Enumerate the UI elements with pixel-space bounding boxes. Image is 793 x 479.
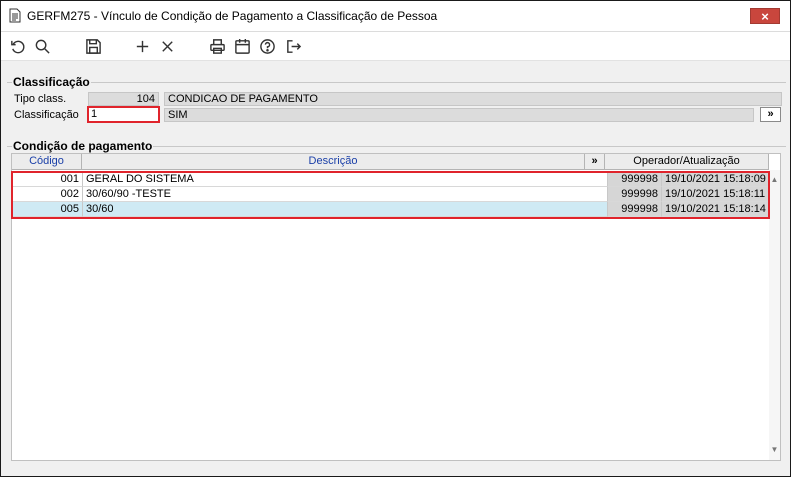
main-window: GERFM275 - Vínculo de Condição de Pagame… bbox=[0, 0, 791, 477]
classificacao-lookup-button[interactable]: » bbox=[760, 107, 781, 122]
col-header-operador[interactable]: Operador/Atualização bbox=[605, 154, 769, 170]
add-icon[interactable] bbox=[132, 36, 152, 56]
col-expand-button[interactable]: » bbox=[585, 154, 605, 170]
classificacao-group-line bbox=[7, 82, 786, 83]
table-row-selected[interactable]: 005 30/60 999998 19/10/2021 15:18:14 bbox=[13, 202, 769, 217]
help-icon[interactable] bbox=[257, 36, 277, 56]
classificacao-input[interactable]: 1 bbox=[87, 106, 160, 123]
tipo-class-label: Tipo class. bbox=[14, 93, 67, 105]
table-row[interactable]: 001 GERAL DO SISTEMA 999998 19/10/2021 1… bbox=[13, 172, 769, 187]
search-icon[interactable] bbox=[32, 36, 52, 56]
scroll-down-icon[interactable]: ▼ bbox=[770, 445, 779, 454]
cell-atualizacao: 19/10/2021 15:18:14 bbox=[662, 202, 769, 217]
print-icon[interactable] bbox=[207, 36, 227, 56]
document-icon bbox=[9, 8, 21, 23]
toolbar bbox=[1, 32, 790, 61]
condicao-grid: Código Descrição » Operador/Atualização … bbox=[11, 153, 781, 461]
col-header-descricao[interactable]: Descrição bbox=[82, 154, 585, 170]
cell-codigo: 002 bbox=[13, 187, 83, 202]
col-header-codigo[interactable]: Código bbox=[12, 154, 82, 170]
save-icon[interactable] bbox=[83, 36, 103, 56]
classificacao-description: SIM bbox=[164, 108, 754, 122]
exit-icon[interactable] bbox=[283, 36, 303, 56]
cell-operador: 999998 bbox=[608, 187, 662, 202]
cell-codigo: 005 bbox=[13, 202, 83, 217]
condicao-title: Condição de pagamento bbox=[12, 139, 154, 153]
grid-vertical-scrollbar[interactable]: ▲ ▼ bbox=[769, 170, 780, 460]
tipo-class-description: CONDICAO DE PAGAMENTO bbox=[164, 92, 782, 106]
cell-operador: 999998 bbox=[608, 172, 662, 187]
cell-descricao: 30/60/90 -TESTE bbox=[83, 187, 608, 202]
classificacao-title: Classificação bbox=[12, 75, 91, 89]
delete-icon[interactable] bbox=[157, 36, 177, 56]
cell-operador: 999998 bbox=[608, 202, 662, 217]
title-bar: GERFM275 - Vínculo de Condição de Pagame… bbox=[1, 1, 790, 32]
table-row[interactable]: 002 30/60/90 -TESTE 999998 19/10/2021 15… bbox=[13, 187, 769, 202]
scroll-up-icon[interactable]: ▲ bbox=[770, 175, 779, 184]
cell-atualizacao: 19/10/2021 15:18:09 bbox=[662, 172, 769, 187]
close-button[interactable]: × bbox=[750, 8, 780, 24]
cell-descricao: 30/60 bbox=[83, 202, 608, 217]
window-title: GERFM275 - Vínculo de Condição de Pagame… bbox=[27, 9, 438, 23]
cell-descricao: GERAL DO SISTEMA bbox=[83, 172, 608, 187]
cell-codigo: 001 bbox=[13, 172, 83, 187]
refresh-icon[interactable] bbox=[7, 36, 27, 56]
tipo-class-code: 104 bbox=[88, 92, 159, 106]
cell-atualizacao: 19/10/2021 15:18:11 bbox=[662, 187, 769, 202]
classificacao-label: Classificação bbox=[14, 109, 79, 121]
calendar-icon[interactable] bbox=[232, 36, 252, 56]
